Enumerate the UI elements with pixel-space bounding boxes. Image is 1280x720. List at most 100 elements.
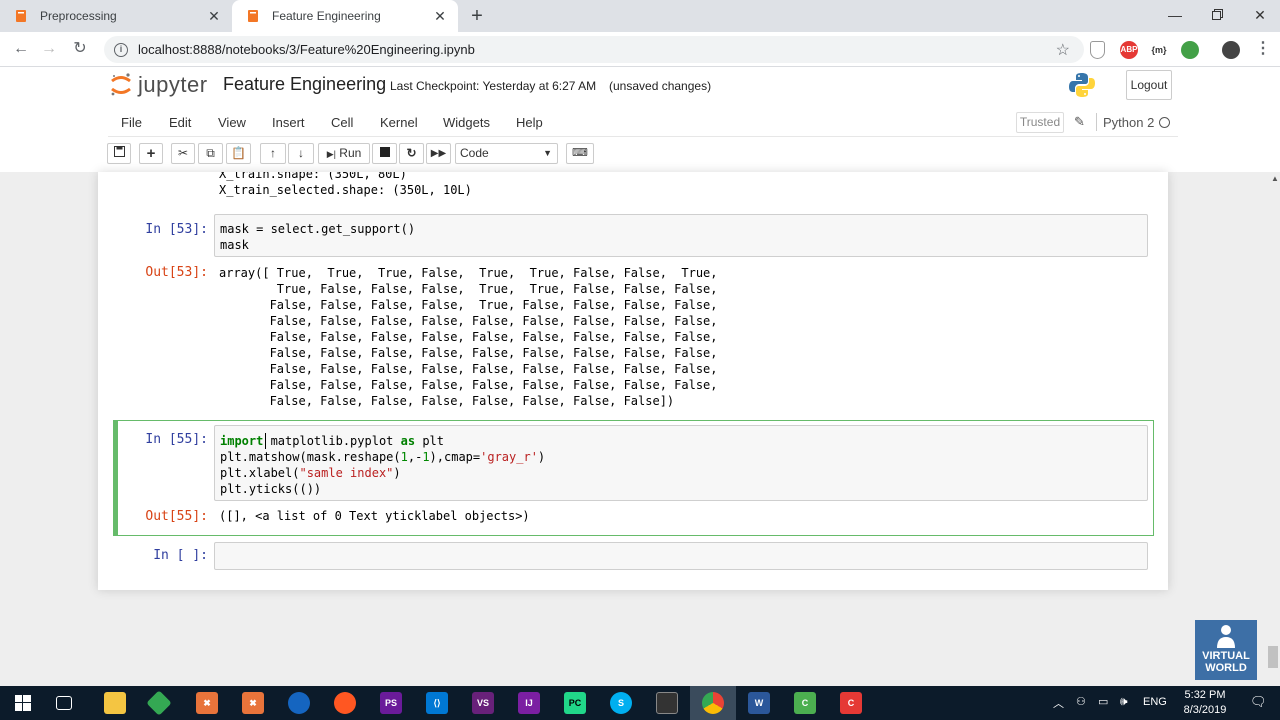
menu-cell[interactable]: Cell — [331, 115, 353, 130]
code-line: mask = select.get_support() — [220, 222, 416, 236]
menu-insert[interactable]: Insert — [272, 115, 305, 130]
maps-icon[interactable] — [288, 692, 310, 714]
notebook-title[interactable]: Feature Engineering — [223, 74, 386, 95]
volume-icon[interactable]: 🕪 — [1120, 694, 1128, 709]
copy-button[interactable]: ⧉ — [198, 143, 223, 164]
close-tab-icon[interactable]: ✕ — [432, 8, 448, 24]
chrome-menu-icon[interactable]: ⋮ — [1252, 38, 1274, 60]
empty-code-cell[interactable] — [214, 542, 1148, 570]
scrollbar-thumb[interactable] — [1268, 646, 1278, 668]
save-button[interactable] — [107, 143, 131, 164]
people-icon[interactable]: ⚇ — [1076, 695, 1086, 708]
edit-pencil-icon[interactable]: ✎ — [1074, 114, 1085, 130]
restart-run-all-button[interactable]: ▶▶ — [426, 143, 451, 164]
kernel-name[interactable]: Python 2 — [1103, 115, 1154, 130]
menu-kernel[interactable]: Kernel — [380, 115, 418, 130]
camtasia-icon[interactable]: C — [794, 692, 816, 714]
cell-type-value: Code — [460, 146, 489, 160]
word-icon[interactable]: W — [748, 692, 770, 714]
trusted-indicator[interactable]: Trusted — [1016, 112, 1064, 133]
clock-date: 8/3/2019 — [1183, 704, 1227, 716]
chevron-down-icon: ▼ — [543, 148, 552, 158]
jupyter-logo[interactable]: jupyter — [110, 72, 208, 98]
chevron-up-icon[interactable]: ︿ — [1053, 695, 1064, 711]
watermark-line: WORLD — [1205, 662, 1247, 674]
tab-label: Feature Engineering — [272, 9, 381, 23]
paste-button[interactable]: 📋 — [226, 143, 251, 164]
interrupt-button[interactable] — [372, 143, 397, 164]
intellij-icon[interactable]: IJ — [518, 692, 540, 714]
code-line: import matplotlib.pyplot as plt — [220, 434, 444, 448]
menu-widgets[interactable]: Widgets — [443, 115, 490, 130]
address-bar[interactable]: i localhost:8888/notebooks/3/Feature%20E… — [104, 36, 1084, 63]
reload-icon[interactable]: ↻ — [69, 38, 91, 60]
system-clock[interactable]: 5:32 PM 8/3/2019 — [1170, 688, 1240, 718]
virtual-world-watermark: VIRTUAL WORLD — [1195, 620, 1257, 680]
xampp-icon[interactable]: ✖ — [242, 692, 264, 714]
output-line: ([], <a list of 0 Text yticklabel object… — [219, 509, 530, 523]
jupyter-book-icon — [246, 9, 260, 23]
maximize-icon[interactable] — [1206, 4, 1228, 26]
stop-icon — [379, 147, 390, 157]
tab-feature-engineering[interactable]: Feature Engineering ✕ — [232, 0, 458, 32]
output-line: False, False, False, False, False, False… — [219, 394, 675, 408]
step-forward-icon: ▶︎| — [326, 149, 336, 159]
menu-file[interactable]: File — [121, 115, 142, 130]
git-icon[interactable] — [146, 690, 172, 716]
new-tab-button[interactable]: + — [466, 5, 488, 27]
restart-button[interactable]: ↻ — [399, 143, 424, 164]
move-up-button[interactable]: ↑ — [260, 143, 286, 164]
output-line: False, False, False, False, False, False… — [219, 330, 718, 344]
code-cell-input[interactable]: mask = select.get_support() mask — [214, 214, 1148, 257]
xampp-icon[interactable]: ✖ — [196, 692, 218, 714]
cut-button[interactable]: ✂ — [171, 143, 195, 164]
menu-view[interactable]: View — [218, 115, 246, 130]
postman-icon[interactable] — [334, 692, 356, 714]
output-line: True, False, False, False, True, True, F… — [219, 282, 718, 296]
command-palette-button[interactable]: ⌨ — [566, 143, 594, 164]
output-line: False, False, False, False, False, False… — [219, 314, 718, 328]
move-down-button[interactable]: ↓ — [288, 143, 314, 164]
network-icon[interactable]: ▭ — [1098, 695, 1108, 708]
vscode-icon[interactable]: ⟨⟩ — [426, 692, 448, 714]
skype-icon[interactable]: S — [610, 692, 632, 714]
globe-extension-icon[interactable] — [1181, 41, 1199, 59]
menu-help[interactable]: Help — [516, 115, 543, 130]
close-tab-icon[interactable]: ✕ — [206, 8, 222, 24]
terminal-icon[interactable] — [656, 692, 678, 714]
url-text: localhost:8888/notebooks/3/Feature%20Eng… — [138, 42, 475, 57]
cell-type-select[interactable]: Code ▼ — [455, 143, 558, 164]
language-indicator[interactable]: ENG — [1143, 696, 1167, 708]
visual-studio-icon[interactable]: VS — [472, 692, 494, 714]
file-explorer-icon[interactable] — [104, 692, 126, 714]
shield-extension-icon[interactable] — [1090, 41, 1105, 59]
autosave-status: (unsaved changes) — [609, 79, 712, 93]
pycharm-icon[interactable]: PC — [564, 692, 586, 714]
close-window-icon[interactable]: ✕ — [1249, 4, 1271, 26]
recorder-icon[interactable]: C — [840, 692, 862, 714]
task-view-icon[interactable] — [56, 696, 72, 710]
jupyter-header: jupyter Feature Engineering Last Checkpo… — [0, 67, 1280, 105]
menu-edit[interactable]: Edit — [169, 115, 191, 130]
profile-avatar[interactable] — [1222, 41, 1240, 59]
code-line: plt.matshow(mask.reshape(1,-1),cmap='gra… — [220, 450, 546, 464]
browser-toolbar: ← → ↻ i localhost:8888/notebooks/3/Featu… — [0, 32, 1280, 67]
adblock-extension-icon[interactable]: ABP — [1120, 41, 1138, 59]
code-cell-input[interactable]: import matplotlib.pyplot as plt plt.mats… — [214, 425, 1148, 501]
prev-output-line: X_train.shape: (350L, 80L) — [219, 172, 407, 181]
forward-arrow-icon[interactable]: → — [38, 38, 60, 60]
insert-cell-button[interactable]: + — [139, 143, 163, 164]
info-icon[interactable]: i — [114, 42, 128, 57]
bookmark-star-icon[interactable]: ☆ — [1056, 40, 1070, 60]
windows-start-icon[interactable] — [12, 692, 34, 714]
json-extension-icon[interactable]: {m} — [1150, 41, 1168, 59]
back-arrow-icon[interactable]: ← — [10, 38, 32, 60]
chrome-icon[interactable] — [702, 692, 724, 714]
scroll-up-icon[interactable]: ▲ — [1271, 174, 1279, 183]
phpstorm-icon[interactable]: PS — [380, 692, 402, 714]
run-button[interactable]: ▶︎| Run — [318, 143, 370, 164]
notifications-icon[interactable]: 🗨 — [1250, 694, 1267, 710]
tab-preprocessing[interactable]: Preprocessing ✕ — [0, 0, 232, 32]
logout-button[interactable]: Logout — [1126, 70, 1172, 100]
minimize-icon[interactable]: — — [1164, 4, 1186, 26]
